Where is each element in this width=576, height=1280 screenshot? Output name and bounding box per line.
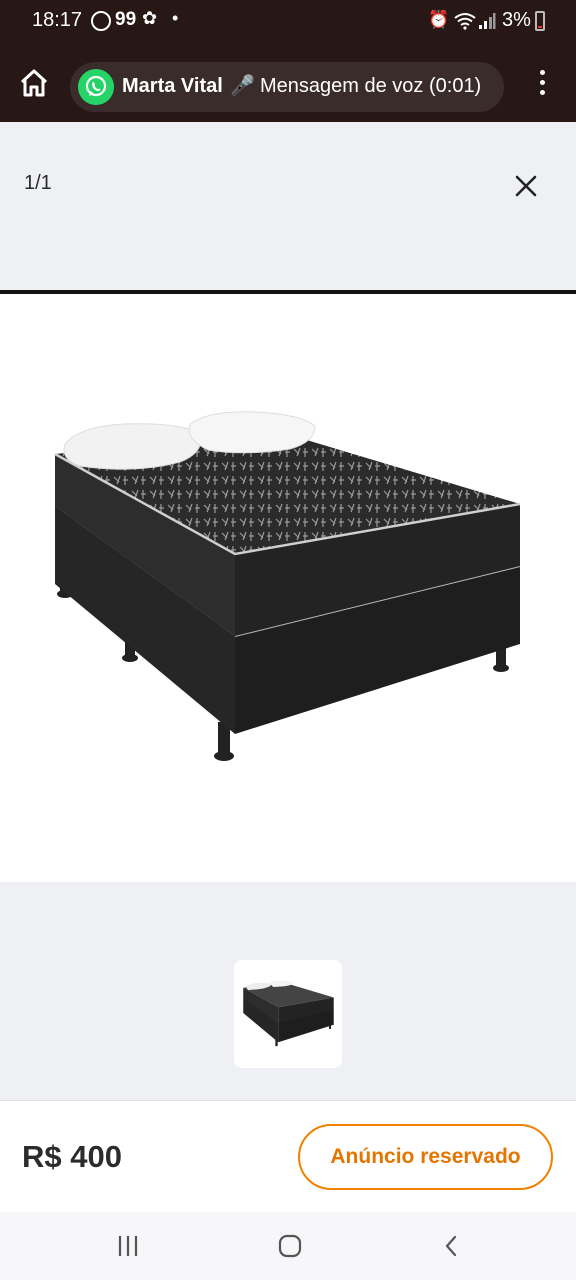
whatsapp-icon: [78, 69, 114, 105]
home-circle-icon[interactable]: [278, 1234, 302, 1258]
flower-icon: ✿: [142, 8, 158, 28]
reserved-status-button[interactable]: Anúncio reservado: [298, 1124, 553, 1190]
status-time: 18:17: [32, 9, 83, 31]
thumbnail-1[interactable]: [234, 960, 342, 1068]
system-nav-bar: [0, 1212, 576, 1280]
status-bar: 18:17 99 ✿ • ⏰ 3%: [0, 0, 576, 44]
alarm-icon: ⏰: [428, 10, 450, 29]
voice-message-label: Mensagem de voz (0:01): [260, 75, 482, 97]
main-image-viewer[interactable]: [0, 294, 576, 882]
listing-footer: R$ 400 Anúncio reservado: [0, 1100, 576, 1212]
bed-thumbnail-image: [243, 980, 334, 1047]
more-vert-icon[interactable]: [528, 62, 556, 102]
wifi-icon: [454, 13, 476, 30]
whatsapp-notification-icon: [91, 11, 111, 31]
browser-toolbar: Marta Vital 🎤 Mensagem de voz (0:01): [0, 44, 576, 122]
listing-price: R$ 400: [22, 1139, 122, 1174]
home-icon[interactable]: [14, 64, 54, 102]
contact-name: Marta Vital: [122, 75, 223, 97]
app-99-notification: 99: [115, 9, 137, 30]
microphone-icon: 🎤: [230, 75, 255, 97]
image-viewer-header: 1/1: [0, 122, 576, 290]
ongoing-voice-message-pill[interactable]: Marta Vital 🎤 Mensagem de voz (0:01): [70, 62, 504, 112]
bed-photo: [54, 411, 521, 761]
image-counter: 1/1: [24, 172, 52, 194]
battery-icon: [535, 11, 545, 31]
close-icon[interactable]: [506, 166, 546, 206]
signal-icon: [479, 13, 496, 29]
back-icon[interactable]: [440, 1234, 464, 1258]
battery-percent: 3%: [502, 9, 531, 31]
dot-icon: •: [172, 8, 179, 28]
recents-icon[interactable]: [116, 1234, 140, 1258]
thumbnail-strip: [0, 882, 576, 1100]
